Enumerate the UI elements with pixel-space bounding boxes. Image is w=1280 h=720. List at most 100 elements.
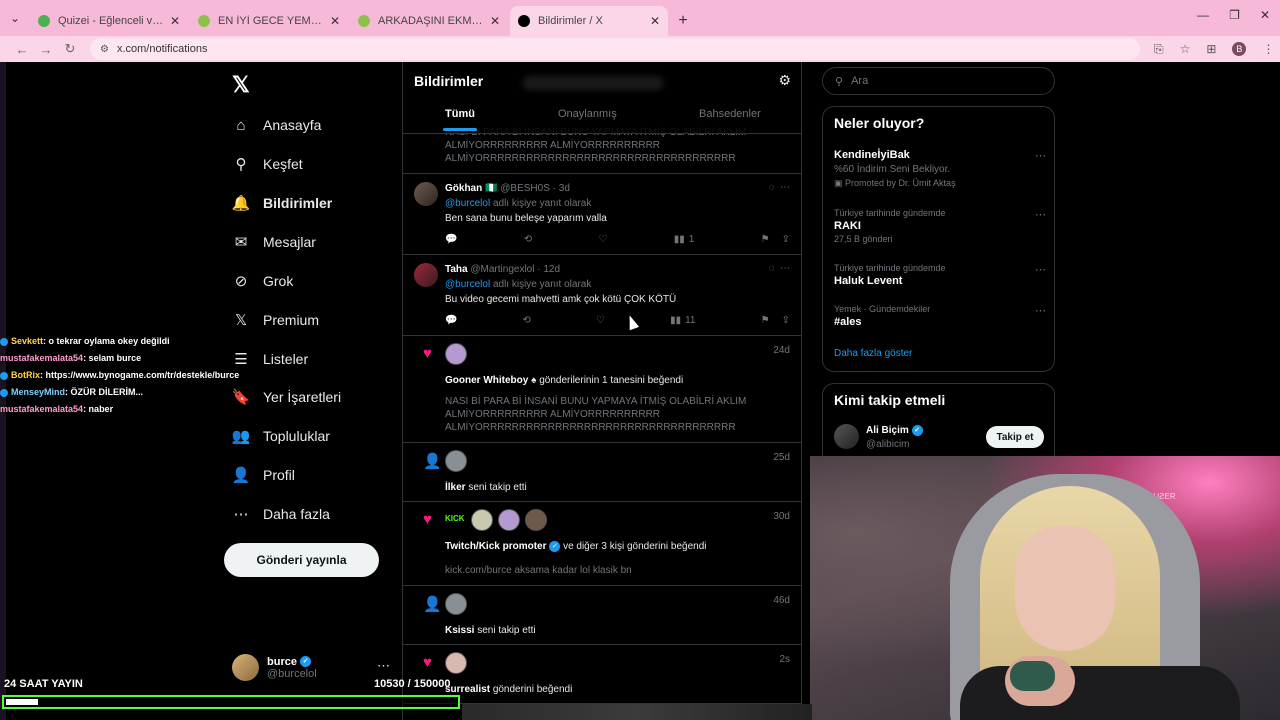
- reload-icon[interactable]: ↻: [58, 41, 82, 57]
- avatar[interactable]: [498, 509, 520, 531]
- timestamp: 24d: [773, 345, 790, 356]
- author-handle[interactable]: @Martingexlol: [470, 264, 534, 275]
- back-icon[interactable]: ←: [10, 42, 34, 57]
- search-input[interactable]: ⚲ Ara: [822, 67, 1055, 95]
- sidebar-item-topluluklar[interactable]: 👥 Topluluklar: [232, 421, 330, 451]
- sidebar-item-premium[interactable]: 𝕏 Premium: [232, 305, 319, 335]
- post-button[interactable]: Gönderi yayınla: [224, 543, 379, 577]
- sidebar-item-daha-fazla[interactable]: ⋯ Daha fazla: [232, 499, 330, 529]
- maximize-icon[interactable]: ❐: [1229, 8, 1240, 22]
- browser-menu-icon[interactable]: ⋮: [1262, 42, 1274, 56]
- follow-button[interactable]: Takip et: [986, 426, 1044, 448]
- avatar[interactable]: [834, 424, 859, 449]
- minimize-icon[interactable]: —: [1197, 8, 1209, 22]
- grok-icon[interactable]: ◌: [768, 263, 774, 274]
- reply-icon[interactable]: 💬: [445, 315, 457, 326]
- sidebar-item-keşfet[interactable]: ⚲ Keşfet: [232, 149, 303, 179]
- site-info-icon[interactable]: ⚙: [100, 44, 109, 55]
- retweet-icon[interactable]: ⟲: [524, 234, 532, 245]
- reply-mention[interactable]: @burcelol: [445, 198, 490, 209]
- close-tab-icon[interactable]: ✕: [650, 14, 660, 28]
- retweet-icon[interactable]: ⟲: [523, 315, 531, 326]
- like-notification[interactable]: ♥ 2s surrealist gönderini beğendi: [403, 645, 801, 704]
- like-notification[interactable]: ♥ 24d Gooner Whiteboy ♠ gönderilerinin 1…: [403, 336, 801, 443]
- sidebar-item-anasayfa[interactable]: ⌂ Anasayfa: [232, 110, 321, 140]
- more-dots-icon[interactable]: ⋯: [1035, 263, 1046, 276]
- more-dots-icon[interactable]: ⋯: [1035, 208, 1046, 221]
- share-icon[interactable]: ⇪: [782, 234, 790, 245]
- follow-notification[interactable]: 👤 25d İlker seni takip etti: [403, 443, 801, 502]
- promoted-trend[interactable]: KendineİyiBak %60 İndirim Seni Bekliyor.…: [834, 149, 1046, 189]
- close-tab-icon[interactable]: ✕: [170, 14, 180, 28]
- more-dots-icon[interactable]: ⋯: [780, 263, 790, 274]
- tab-verified[interactable]: Onaylanmış: [558, 108, 617, 120]
- suggestion-name[interactable]: Ali Biçim: [866, 425, 909, 436]
- like-heart-icon[interactable]: ♡: [598, 234, 607, 245]
- like-notification[interactable]: ♥ KICK 30d Twitch/Kick promoter ✓ ve diğ…: [403, 502, 801, 586]
- x-logo-icon[interactable]: 𝕏: [232, 72, 250, 98]
- reply-icon[interactable]: 💬: [445, 234, 457, 245]
- sidebar-item-grok[interactable]: ⊘ Grok: [232, 266, 294, 296]
- install-app-icon[interactable]: ⎘: [1154, 42, 1164, 57]
- trend-item[interactable]: Yemek · Gündemdekiler #ales ⋯: [834, 304, 1046, 328]
- browser-tab[interactable]: Quizei - Eğlenceli ve etkileşimli ✕: [30, 6, 188, 36]
- actor-name[interactable]: Twitch/Kick promoter: [445, 541, 547, 552]
- timestamp[interactable]: 3d: [559, 183, 570, 194]
- avatar[interactable]: [414, 263, 438, 287]
- more-dots-icon[interactable]: ⋯: [377, 658, 390, 674]
- avatar[interactable]: [414, 182, 438, 206]
- actor-name[interactable]: Gooner Whiteboy: [445, 375, 528, 386]
- suggestion-handle[interactable]: @alibicim: [866, 439, 910, 450]
- reply-tweet[interactable]: Taha @Martingexlol · 12d ◌ ⋯ @burcelol a…: [403, 255, 801, 336]
- close-tab-icon[interactable]: ✕: [490, 14, 500, 28]
- browser-tab[interactable]: ARKADAŞINI EKMEK İÇİN BAH ✕: [350, 6, 508, 36]
- more-dots-icon[interactable]: ⋯: [780, 182, 790, 193]
- show-more-link[interactable]: Daha fazla göster: [834, 348, 912, 359]
- more-dots-icon[interactable]: ⋯: [1035, 304, 1046, 317]
- extensions-icon[interactable]: ⊞: [1206, 42, 1216, 56]
- close-tab-icon[interactable]: ✕: [330, 14, 340, 28]
- bookmark-star-icon[interactable]: ☆: [1180, 42, 1191, 56]
- url-field[interactable]: ⚙ x.com/notifications: [90, 38, 1140, 60]
- tab-search-icon[interactable]: ⌄: [0, 0, 30, 36]
- trend-item[interactable]: Türkiye tarihinde gündemde Haluk Levent …: [834, 263, 1046, 287]
- sidebar-item-mesajlar[interactable]: ✉ Mesajlar: [232, 227, 316, 257]
- reply-tweet[interactable]: Gökhan 🇳🇬 @BESH0S · 3d ◌ ⋯ @burcelol adl…: [403, 174, 801, 255]
- avatar[interactable]: [445, 343, 467, 365]
- tab-mentions[interactable]: Bahsedenler: [699, 108, 761, 120]
- tab-all[interactable]: Tümü: [445, 108, 475, 120]
- sidebar-item-bildirimler[interactable]: 🔔 Bildirimler: [232, 188, 333, 218]
- views-count[interactable]: ▮▮ 11: [670, 315, 695, 326]
- author-name[interactable]: Taha: [445, 264, 468, 275]
- grok-icon[interactable]: ◌: [768, 182, 774, 193]
- trend-item[interactable]: Türkiye tarihinde gündemde RAKI 27,5 B g…: [834, 208, 1046, 244]
- actor-name[interactable]: İlker: [445, 482, 466, 493]
- reply-mention[interactable]: @burcelol: [445, 279, 490, 290]
- share-icon[interactable]: ⇪: [782, 315, 790, 326]
- views-count[interactable]: ▮▮ 1: [674, 234, 695, 245]
- settings-gear-icon[interactable]: ⚙: [778, 72, 791, 89]
- actor-name[interactable]: Ksissi: [445, 625, 474, 636]
- follow-notification[interactable]: 👤 46d Ksissi seni takip etti: [403, 586, 801, 645]
- new-tab-button[interactable]: +: [670, 6, 696, 36]
- close-window-icon[interactable]: ✕: [1260, 8, 1270, 22]
- avatar[interactable]: [445, 593, 467, 615]
- avatar[interactable]: [525, 509, 547, 531]
- timestamp[interactable]: 12d: [543, 264, 560, 275]
- sidebar-item-profil[interactable]: 👤 Profil: [232, 460, 295, 490]
- author-name[interactable]: Gökhan: [445, 183, 482, 194]
- avatar[interactable]: [445, 450, 467, 472]
- notification-text: gönderini beğendi: [492, 684, 573, 695]
- browser-tab[interactable]: Bildirimler / X ✕: [510, 6, 668, 36]
- author-handle[interactable]: @BESH0S: [500, 183, 550, 194]
- like-heart-icon[interactable]: ♡: [596, 315, 605, 326]
- forward-icon[interactable]: →: [34, 42, 58, 57]
- avatar[interactable]: [471, 509, 493, 531]
- list-item[interactable]: NASI Bİ PARA Bİ İNSANİ BUNU YAPMAYA İTMİ…: [403, 127, 801, 174]
- bookmark-icon[interactable]: ⚑: [761, 234, 770, 245]
- more-dots-icon[interactable]: ⋯: [1035, 149, 1046, 162]
- bookmark-icon[interactable]: ⚑: [761, 315, 770, 326]
- avatar[interactable]: [445, 652, 467, 674]
- browser-profile-avatar[interactable]: B: [1232, 42, 1247, 56]
- browser-tab[interactable]: EN İYİ GECE YEMEKLERİ - Tier ✕: [190, 6, 348, 36]
